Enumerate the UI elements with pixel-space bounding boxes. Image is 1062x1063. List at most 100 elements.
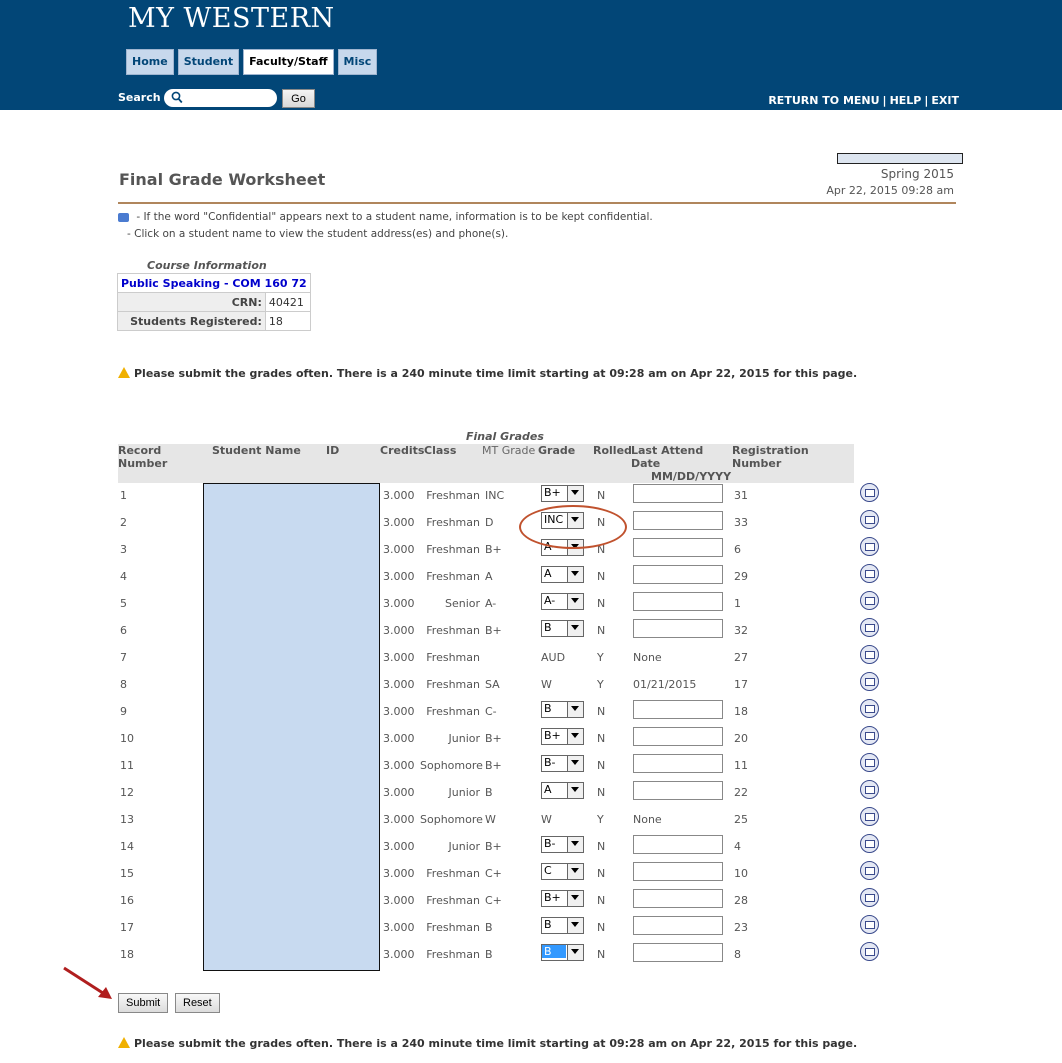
chevron-down-icon[interactable] (567, 621, 583, 636)
registration-number-cell: 28 (734, 894, 748, 907)
rolled-cell: N (597, 921, 606, 934)
chevron-down-icon[interactable] (567, 837, 583, 852)
email-icon[interactable] (860, 483, 879, 502)
chevron-down-icon[interactable] (567, 567, 583, 582)
grade-select[interactable]: B+ (541, 485, 584, 502)
credits-cell: 3.000 (383, 840, 415, 853)
grade-select[interactable]: A (541, 566, 584, 583)
record-number-cell: 18 (120, 948, 134, 961)
mt-grade-cell: B (485, 948, 493, 961)
email-icon[interactable] (860, 942, 879, 961)
chevron-down-icon[interactable] (567, 756, 583, 771)
email-icon[interactable] (860, 888, 879, 907)
email-icon[interactable] (860, 753, 879, 772)
email-icon[interactable] (860, 726, 879, 745)
grade-select[interactable]: B (541, 917, 584, 934)
search-go-button[interactable]: Go (282, 89, 315, 108)
last-attend-date-input[interactable] (633, 781, 723, 800)
nav-tab-home[interactable]: Home (126, 49, 174, 75)
exit-link[interactable]: EXIT (931, 94, 959, 107)
chevron-down-icon[interactable] (567, 729, 583, 744)
chevron-down-icon[interactable] (567, 864, 583, 879)
nav-tab-student[interactable]: Student (177, 49, 240, 75)
mt-grade-cell: SA (485, 678, 500, 691)
class-cell: Freshman (426, 948, 480, 961)
registration-number-cell: 18 (734, 705, 748, 718)
record-number-cell: 17 (120, 921, 134, 934)
email-icon[interactable] (860, 510, 879, 529)
chevron-down-icon[interactable] (567, 594, 583, 609)
grade-select[interactable]: B (541, 944, 584, 961)
last-attend-date-input[interactable] (633, 700, 723, 719)
last-attend-date-input[interactable] (633, 862, 723, 881)
nav-tab-faculty-staff[interactable]: Faculty/Staff (243, 49, 334, 75)
class-cell: Freshman (426, 651, 480, 664)
email-icon[interactable] (860, 591, 879, 610)
chevron-down-icon[interactable] (567, 783, 583, 798)
chevron-down-icon[interactable] (567, 945, 583, 960)
last-attend-date-input[interactable] (633, 943, 723, 962)
last-attend-date-input[interactable] (633, 916, 723, 935)
email-icon[interactable] (860, 618, 879, 637)
credits-cell: 3.000 (383, 516, 415, 529)
grade-select[interactable]: B- (541, 755, 584, 772)
last-attend-date-input[interactable] (633, 619, 723, 638)
class-cell: Freshman (426, 867, 480, 880)
col-header-grade: Grade (538, 444, 593, 483)
email-icon[interactable] (860, 672, 879, 691)
help-link[interactable]: HELP (890, 94, 922, 107)
registration-number-cell: 31 (734, 489, 748, 502)
email-icon[interactable] (860, 915, 879, 934)
crn-label: CRN: (117, 292, 266, 312)
grade-select[interactable]: B+ (541, 890, 584, 907)
last-attend-date-input[interactable] (633, 754, 723, 773)
email-icon[interactable] (860, 807, 879, 826)
email-icon[interactable] (860, 780, 879, 799)
course-info-caption: Course Information (147, 259, 267, 272)
course-name-link[interactable]: Public Speaking - COM 160 72 (121, 277, 307, 290)
col-header-credits: Credits (380, 444, 424, 483)
grade-select[interactable]: B- (541, 836, 584, 853)
grade-select[interactable]: B+ (541, 728, 584, 745)
confidential-note-text: - If the word "Confidential" appears nex… (133, 211, 653, 223)
grade-select[interactable]: A (541, 782, 584, 799)
last-attend-date-input[interactable] (633, 538, 723, 557)
class-cell: Freshman (426, 489, 480, 502)
registration-number-cell: 22 (734, 786, 748, 799)
chevron-down-icon[interactable] (567, 702, 583, 717)
last-attend-date-cell: None (633, 813, 662, 826)
nav-tab-misc[interactable]: Misc (337, 49, 378, 75)
email-icon[interactable] (860, 834, 879, 853)
grade-select[interactable]: B (541, 701, 584, 718)
page-title: Final Grade Worksheet (119, 170, 326, 189)
email-icon[interactable] (860, 564, 879, 583)
email-icon[interactable] (860, 645, 879, 664)
credits-cell: 3.000 (383, 759, 415, 772)
grade-select[interactable]: B (541, 620, 584, 637)
class-cell: Freshman (426, 921, 480, 934)
return-to-menu-link[interactable]: RETURN TO MENU (768, 94, 879, 107)
email-icon[interactable] (860, 537, 879, 556)
chevron-down-icon[interactable] (567, 918, 583, 933)
submit-button[interactable]: Submit (118, 993, 169, 1013)
last-attend-date-input[interactable] (633, 511, 723, 530)
last-attend-date-input[interactable] (633, 835, 723, 854)
chevron-down-icon[interactable] (567, 486, 583, 501)
table-row: 6 3.000 Freshman B+ B N 32 (0, 618, 1062, 645)
last-attend-date-input[interactable] (633, 727, 723, 746)
last-attend-date-input[interactable] (633, 889, 723, 908)
email-icon[interactable] (860, 699, 879, 718)
mt-grade-cell: A- (485, 597, 497, 610)
chevron-down-icon[interactable] (567, 891, 583, 906)
search-box[interactable] (164, 89, 277, 107)
grade-select[interactable]: C (541, 863, 584, 880)
last-attend-date-input[interactable] (633, 592, 723, 611)
last-attend-date-input[interactable] (633, 484, 723, 503)
email-icon[interactable] (860, 861, 879, 880)
record-number-cell: 12 (120, 786, 134, 799)
credits-cell: 3.000 (383, 624, 415, 637)
last-attend-date-input[interactable] (633, 565, 723, 584)
grade-select[interactable]: A- (541, 593, 584, 610)
reset-button[interactable]: Reset (175, 993, 220, 1013)
search-input[interactable] (188, 91, 272, 105)
